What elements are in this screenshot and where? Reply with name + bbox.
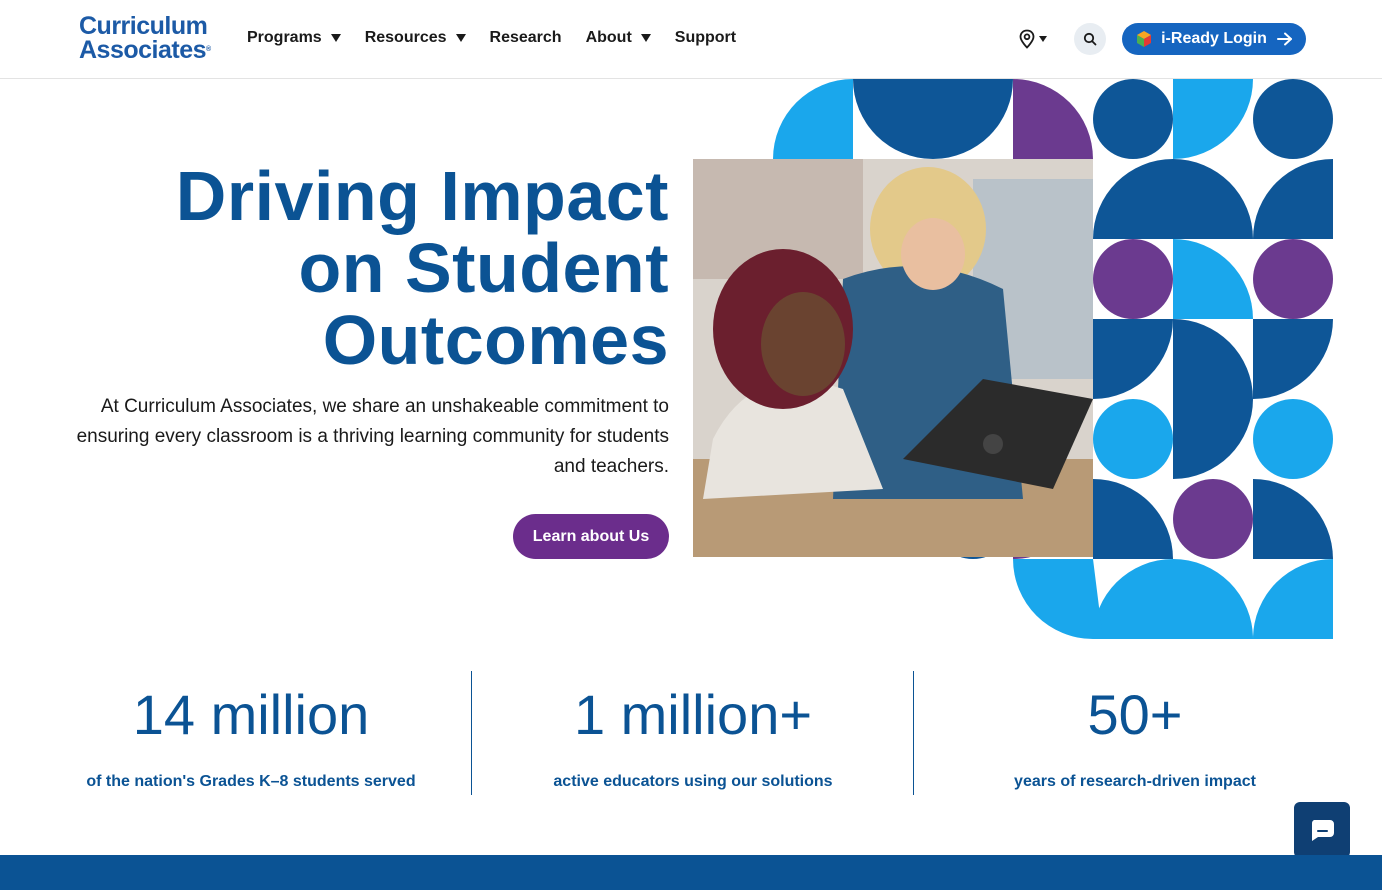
map-pin-icon	[1019, 29, 1035, 49]
nav-about-label: About	[585, 29, 632, 46]
nav-about[interactable]: About	[586, 29, 651, 47]
caret-down-icon	[1039, 36, 1047, 42]
stat-label: of the nation's Grades K–8 students serv…	[86, 773, 416, 790]
search-button[interactable]	[1074, 23, 1106, 55]
stat-value: 14 million	[132, 683, 370, 746]
stat-label: active educators using our solutions	[553, 773, 833, 790]
curriculum-associates-logo[interactable]: Curriculum Associates®	[79, 14, 211, 64]
hero-title-line: on Student	[298, 229, 669, 307]
nav-research-label: Research	[489, 29, 562, 46]
chat-button[interactable]	[1294, 802, 1350, 858]
learn-about-us-button[interactable]: Learn about Us	[513, 514, 669, 559]
site-header: Curriculum Associates® Programs Resource…	[0, 0, 1382, 79]
hero-title-line: Outcomes	[322, 301, 669, 379]
hero-title: Driving Impact on Student Outcomes	[176, 160, 669, 376]
nav-support-label: Support	[674, 29, 737, 46]
nav-programs-label: Programs	[247, 29, 322, 46]
chat-bubble-icon	[1311, 820, 1334, 841]
iready-cube-icon	[1137, 31, 1152, 47]
search-icon	[1083, 32, 1097, 46]
stat-educators: 1 million+ active educators using our so…	[472, 671, 914, 795]
hero-title-line: Driving Impact	[175, 157, 669, 235]
iready-login-button[interactable]: i-Ready Login	[1122, 23, 1306, 55]
caret-down-icon	[455, 34, 466, 42]
nav-resources[interactable]: Resources	[365, 29, 466, 47]
nav-programs[interactable]: Programs	[247, 29, 341, 47]
hero-description: At Curriculum Associates, we share an un…	[76, 396, 669, 477]
stat-years: 50+ years of research-driven impact	[914, 671, 1356, 795]
stat-students: 14 million of the nation's Grades K–8 st…	[30, 671, 472, 795]
classroom-photo	[693, 159, 1093, 557]
logo-line-2: Associates®	[79, 36, 211, 64]
caret-down-icon	[330, 34, 341, 42]
arrow-right-icon	[1276, 32, 1292, 46]
caret-down-icon	[640, 34, 651, 42]
location-selector[interactable]	[1018, 29, 1047, 49]
main-nav: Programs Resources Research About Suppor…	[247, 29, 760, 47]
stat-value: 50+	[1087, 683, 1183, 746]
nav-resources-label: Resources	[364, 29, 447, 46]
footer-band	[0, 855, 1382, 890]
nav-support[interactable]: Support	[675, 29, 736, 47]
stat-label: years of research-driven impact	[1014, 773, 1256, 790]
login-label: i-Ready Login	[1161, 30, 1267, 47]
stats-section: 14 million of the nation's Grades K–8 st…	[30, 671, 1352, 795]
nav-research[interactable]: Research	[490, 29, 562, 47]
stat-value: 1 million+	[573, 683, 813, 746]
